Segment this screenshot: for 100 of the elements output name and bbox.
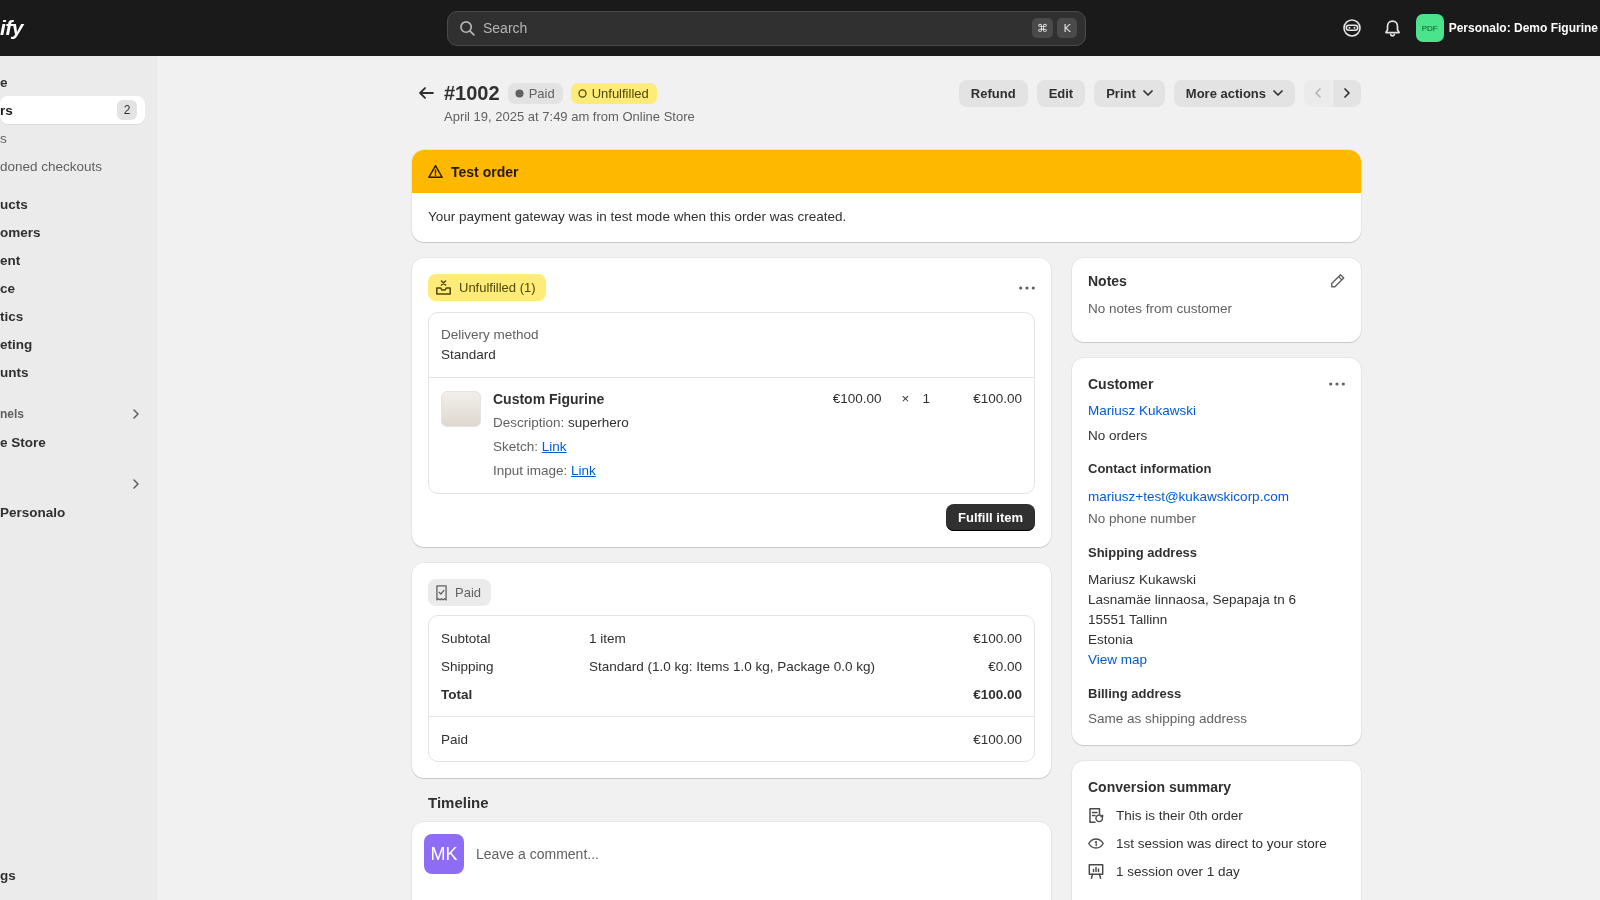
fulfill-button[interactable]: Fulfill item <box>946 504 1035 531</box>
sidebar-item[interactable]: tics <box>0 302 24 330</box>
order-sheet-icon <box>1088 807 1104 823</box>
summary-label: Paid <box>441 731 470 747</box>
delivery-value: Standard <box>441 346 497 364</box>
sidebar-item[interactable]: omers <box>0 218 41 246</box>
section-heading: Contact information <box>1088 460 1213 478</box>
item-property: Description: superhero <box>493 414 630 432</box>
comment-box[interactable]: MK Leave a comment... <box>412 822 1051 900</box>
sidebar-item[interactable]: doned checkouts <box>0 152 103 180</box>
chevron-right-icon[interactable] <box>133 479 139 489</box>
store-name[interactable]: Personalo: Demo Figurine <box>1448 21 1598 35</box>
customer-link[interactable]: Mariusz Kukawski <box>1088 403 1197 418</box>
product-name[interactable]: Custom Figurine <box>493 387 833 411</box>
next-button[interactable] <box>1333 79 1361 107</box>
card-title: Notes <box>1088 272 1127 291</box>
action-button[interactable]: More actions <box>1173 79 1295 107</box>
ring-icon <box>577 88 587 98</box>
action-button[interactable]: Refund <box>958 79 1028 107</box>
sidebar-item[interactable]: e <box>0 68 8 96</box>
search-input[interactable]: Search <box>483 20 1024 36</box>
order-title: #1002 <box>444 81 500 105</box>
search-field[interactable]: Search ⌘ K <box>447 10 1086 46</box>
chevron-left-icon <box>1315 88 1321 98</box>
section-heading: Shipping address <box>1088 544 1199 562</box>
badge-label: Unfulfilled <box>591 85 649 101</box>
action-button[interactable]: Edit <box>1036 79 1086 107</box>
ellipsis-icon <box>1329 382 1345 386</box>
order-date: April 19, 2025 at 7:49 am from Online Store <box>443 108 696 126</box>
email-link[interactable]: mariusz+test@kukawskicorp.com <box>1088 489 1289 504</box>
search-icon <box>460 20 475 36</box>
sidebar-item[interactable]: Personalo <box>0 498 66 526</box>
warning-icon <box>428 165 443 178</box>
chevron-down-icon <box>1142 90 1153 96</box>
property-link[interactable]: Link <box>571 463 596 478</box>
chevron-right-icon <box>1344 88 1350 98</box>
comment-field[interactable]: Leave a comment... <box>476 834 1039 874</box>
chevron-right-icon[interactable] <box>133 409 139 419</box>
banner-title: Test order <box>451 163 519 180</box>
item-property: Input image: Link <box>493 462 597 480</box>
address-line: 15551 Tallinn <box>1088 611 1169 629</box>
item-property: Sketch: Link <box>493 438 568 456</box>
badge-label: Unfulfilled (1) <box>459 280 536 295</box>
sidebar-item[interactable]: ent <box>0 246 21 274</box>
edit-button[interactable] <box>1331 274 1345 288</box>
sidebar-item[interactable]: eting <box>0 330 33 358</box>
property-link[interactable]: Link <box>541 439 567 454</box>
sidebar-item[interactable]: s <box>0 124 7 152</box>
times-sign: × <box>901 390 910 408</box>
action-button[interactable]: Print <box>1094 79 1165 107</box>
billing-text: Same as shipping address <box>1088 710 1249 728</box>
unit-price: €100.00 <box>832 390 882 408</box>
count-badge: 2 <box>117 100 137 120</box>
map-link[interactable]: View map <box>1088 652 1148 667</box>
section-heading: Billing address <box>1088 685 1183 703</box>
summary-amount: €100.00 <box>973 686 1022 702</box>
conversion-text: 1 session over 1 day <box>1116 863 1240 879</box>
phone-text: No phone number <box>1088 510 1198 528</box>
summary-label: Total <box>441 686 474 702</box>
bell-icon[interactable] <box>1384 19 1400 37</box>
conversion-text: This is their 0th order <box>1116 807 1243 823</box>
banner-message: Your payment gateway was in test mode when this order was created. <box>427 208 848 226</box>
card-title: Conversion summary <box>1088 778 1233 797</box>
badge-label: Paid <box>455 585 482 600</box>
summary-amount: €100.00 <box>973 731 1022 747</box>
logo[interactable]: ify <box>0 16 23 40</box>
arrow-left-icon <box>418 87 434 99</box>
eye-icon <box>1088 837 1104 849</box>
summary-amount: €100.00 <box>973 630 1022 646</box>
user-avatar: MK <box>424 834 464 874</box>
sidebar-item[interactable]: ucts <box>0 190 28 218</box>
timeline-heading: Timeline <box>428 793 490 813</box>
product-photo-placeholder <box>441 391 481 427</box>
sidebar-item[interactable]: gs <box>0 861 16 889</box>
chevron-down-icon <box>1273 90 1283 96</box>
robot-icon[interactable] <box>1342 19 1361 37</box>
address-line: Lasnamäe linnaosa, Sepapaja tn 6 <box>1088 591 1297 609</box>
receipt-check-icon <box>436 584 447 601</box>
conversion-text: 1st session was direct to your store <box>1116 835 1327 851</box>
pencil-icon <box>1331 274 1345 288</box>
shortcut-key: ⌘ <box>1032 18 1053 38</box>
summary-amount: €0.00 <box>988 658 1022 674</box>
tray-icon <box>436 280 451 295</box>
more-button[interactable] <box>1329 382 1345 386</box>
address-line: Estonia <box>1088 631 1135 649</box>
sidebar-item[interactable]: e Store <box>0 428 46 456</box>
display-board-icon <box>1088 863 1104 879</box>
sidebar-item[interactable]: rs 2 <box>0 96 145 124</box>
section-heading[interactable]: nels <box>0 407 24 421</box>
sidebar-item[interactable]: unts <box>0 358 29 386</box>
address-line: Mariusz Kukawski <box>1088 571 1198 589</box>
notes-text: No notes from customer <box>1088 300 1234 318</box>
card-title: Customer <box>1088 375 1154 394</box>
customer-orders: No orders <box>1088 427 1149 445</box>
store-avatar[interactable]: PDF <box>1415 14 1444 42</box>
summary-label: Subtotal <box>441 630 492 646</box>
sidebar-item[interactable]: ce <box>0 274 16 302</box>
ellipsis-icon <box>1019 285 1035 290</box>
more-button[interactable] <box>1019 285 1035 290</box>
badge-label: Paid <box>528 85 555 101</box>
